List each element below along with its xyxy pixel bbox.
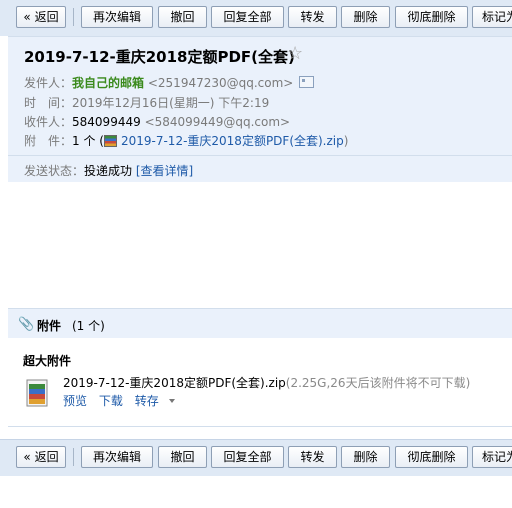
recipient-email: <584099449@qq.com>	[144, 115, 291, 129]
sender-row: 发件人：我自己的邮箱 <251947230@qq.com>	[24, 74, 315, 91]
attachment-row: 附 件：1 个 ( 2019-7-12-重庆2018定额PDF(全套).zip)	[24, 132, 348, 149]
delete-permanently-button[interactable]: 彻底删除	[395, 6, 468, 28]
mail-subject: 2019-7-12-重庆2018定额PDF(全套)	[24, 48, 295, 66]
mark-as-button[interactable]: 标记为	[472, 6, 512, 28]
attachment-count: 1 个 (	[72, 134, 104, 148]
attachment-label: 附 件：	[24, 134, 73, 148]
back-button[interactable]: « 返回	[16, 446, 66, 468]
attachments-count: (1 个)	[72, 319, 105, 333]
preview-link[interactable]: 预览	[63, 394, 87, 408]
time-value: 2019年12月16日(星期一) 下午2:19	[72, 96, 270, 110]
chevron-down-icon	[168, 399, 175, 403]
recall-button[interactable]: 撤回	[158, 446, 207, 468]
recall-button[interactable]: 撤回	[158, 6, 207, 28]
bottom-toolbar: « 返回 再次编辑 撤回 回复全部 转发 删除 彻底删除 标记为	[0, 439, 512, 476]
save-to-link[interactable]: 转存	[135, 394, 175, 408]
sender-name[interactable]: 我自己的邮箱	[72, 76, 144, 90]
status-label: 发送状态：	[24, 164, 85, 178]
recipient-name[interactable]: 584099449	[72, 115, 141, 129]
attachment-file-row: 2019-7-12-重庆2018定额PDF(全套).zip(2.25G,26天后…	[63, 374, 470, 391]
delete-button[interactable]: 删除	[341, 6, 390, 28]
large-attachment-label: 超大附件	[23, 354, 72, 368]
time-row: 时 间：2019年12月16日(星期一) 下午2:19	[24, 94, 269, 111]
forward-button[interactable]: 转发	[288, 446, 337, 468]
time-label: 时 间：	[24, 96, 73, 110]
mail-header: 2019-7-12-重庆2018定额PDF(全套) ☆ 发件人：我自己的邮箱 <…	[8, 36, 512, 155]
zip-archive-icon	[26, 379, 48, 407]
attachment-file-info: (2.25G,26天后该附件将不可下载)	[285, 376, 471, 390]
attachment-file-name[interactable]: 2019-7-12-重庆2018定额PDF(全套).zip	[63, 376, 286, 390]
attachment-close: )	[343, 134, 349, 148]
sender-label: 发件人：	[24, 76, 73, 90]
sender-email: <251947230@qq.com>	[147, 76, 294, 90]
contact-card-icon[interactable]	[299, 76, 315, 88]
reply-all-button[interactable]: 回复全部	[211, 6, 284, 28]
reply-all-button[interactable]: 回复全部	[211, 446, 284, 468]
attachment-link[interactable]: 2019-7-12-重庆2018定额PDF(全套).zip	[121, 134, 344, 148]
attachments-header: 📎 附件 (1 个)	[8, 308, 512, 339]
status-detail-link[interactable]: [查看详情]	[136, 164, 193, 178]
attachment-actions: 预览 下载 转存	[63, 392, 183, 409]
status-row: 发送状态：投递成功 [查看详情]	[24, 162, 193, 179]
save-to-label: 转存	[134, 394, 159, 408]
recipient-row: 收件人：584099449 <584099449@qq.com>	[24, 113, 290, 130]
back-button[interactable]: « 返回	[16, 6, 66, 28]
send-status-bar: 发送状态：投递成功 [查看详情]	[8, 155, 512, 182]
attachments-body: 超大附件 2019-7-12-重庆2018定额PDF(全套).zip(2.25G…	[8, 338, 512, 427]
paperclip-icon: 📎	[18, 317, 35, 332]
star-icon[interactable]: ☆	[287, 43, 303, 64]
status-value: 投递成功	[84, 164, 133, 178]
download-link[interactable]: 下载	[99, 394, 123, 408]
recipient-label: 收件人：	[24, 115, 73, 129]
re-edit-button[interactable]: 再次编辑	[81, 6, 153, 28]
forward-button[interactable]: 转发	[288, 6, 337, 28]
attachments-title: 附件	[37, 319, 62, 333]
toolbar-separator	[73, 8, 74, 26]
top-toolbar: « 返回 再次编辑 撤回 回复全部 转发 删除 彻底删除 标记为	[0, 0, 512, 36]
mark-as-button[interactable]: 标记为	[472, 446, 512, 468]
zip-file-icon	[103, 135, 117, 147]
re-edit-button[interactable]: 再次编辑	[81, 446, 153, 468]
delete-permanently-button[interactable]: 彻底删除	[395, 446, 468, 468]
toolbar-separator	[73, 448, 74, 466]
delete-button[interactable]: 删除	[341, 446, 390, 468]
